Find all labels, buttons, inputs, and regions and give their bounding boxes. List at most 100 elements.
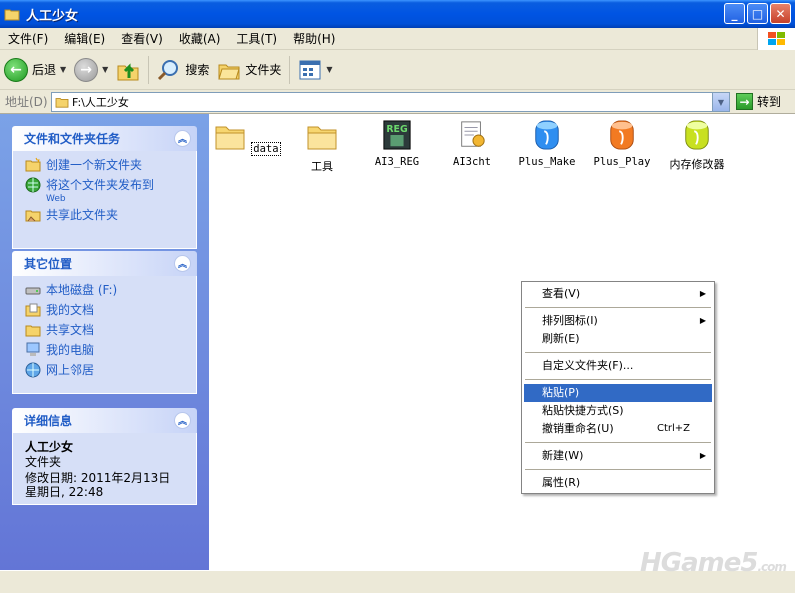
up-button[interactable] (112, 53, 144, 87)
file-item[interactable]: data (207, 122, 287, 156)
search-icon (158, 59, 179, 80)
watermark-logo: HGame5.com (640, 548, 787, 578)
folder-icon (4, 9, 20, 21)
menu-help[interactable]: 帮助(H) (285, 30, 343, 47)
plus-make-icon (535, 120, 559, 150)
address-bar: 地址(D) F:\人工少女 ▼ → 转到 (0, 90, 795, 114)
collapse-icon[interactable]: ︽ (174, 412, 191, 429)
file-name: data (251, 142, 281, 156)
menu-item-undo-rename[interactable]: 撤销重命名(U) Ctrl+Z (524, 420, 712, 438)
file-item[interactable]: Plus_Play (582, 120, 662, 168)
place-my-computer[interactable]: 我的电脑 (25, 341, 186, 359)
shortcut-label: Ctrl+Z (657, 423, 691, 434)
menu-item-refresh[interactable]: 刷新(E) (524, 330, 712, 348)
detail-name: 人工少女 (25, 440, 74, 454)
toolbar-separator (148, 55, 150, 84)
file-item[interactable]: REG AI3_REG (357, 120, 437, 168)
collapse-icon[interactable]: ︽ (174, 255, 191, 272)
back-button[interactable]: ← 后退 ▼ (0, 53, 70, 87)
svg-text:REG: REG (386, 124, 407, 135)
views-icon (299, 60, 321, 79)
file-item[interactable]: 工具 (282, 122, 362, 174)
close-button[interactable]: ✕ (770, 3, 791, 24)
collapse-icon[interactable]: ︽ (174, 130, 191, 147)
menu-tools[interactable]: 工具(T) (228, 30, 285, 47)
folders-button[interactable]: 文件夹 (213, 53, 285, 87)
folder-icon (55, 98, 69, 108)
menu-item-paste[interactable]: 粘贴(P) (524, 384, 712, 402)
folder-up-icon (117, 62, 139, 80)
address-dropdown-icon[interactable]: ▼ (712, 93, 729, 111)
address-input[interactable]: F:\人工少女 ▼ (51, 92, 730, 112)
file-name: Plus_Play (593, 156, 651, 168)
task-publish-web[interactable]: 将这个文件夹发布到 Web (25, 176, 186, 204)
menu-item-view[interactable]: 查看(V) ▶ (524, 285, 712, 303)
share-folder-icon (25, 210, 41, 222)
new-folder-icon (25, 157, 41, 172)
menu-favorites[interactable]: 收藏(A) (171, 30, 229, 47)
address-value: F:\人工少女 (72, 96, 129, 109)
menu-separator (525, 379, 711, 380)
folder-icon (215, 126, 245, 150)
window-title: 人工少女 (26, 8, 79, 24)
menu-separator (525, 442, 711, 443)
search-label: 搜索 (185, 63, 210, 77)
menu-separator (525, 469, 711, 470)
submenu-arrow-icon: ▶ (699, 289, 706, 298)
back-label: 后退 (32, 63, 57, 77)
menu-view[interactable]: 查看(V) (113, 30, 171, 47)
task-new-folder[interactable]: 创建一个新文件夹 (25, 156, 186, 174)
context-menu: 查看(V) ▶ 排列图标(I) ▶ 刷新(E) 自定义文件夹(F)... 粘贴(… (521, 281, 715, 494)
place-network[interactable]: 网上邻居 (25, 361, 186, 379)
views-button[interactable]: ▼ (294, 53, 336, 87)
file-item[interactable]: AI3cht (432, 120, 512, 168)
panel-header[interactable]: 文件和文件夹任务 ︽ (12, 126, 197, 151)
forward-button[interactable]: → ▼ (70, 53, 112, 87)
maximize-button[interactable]: □ (747, 3, 768, 24)
panel-title: 详细信息 (24, 414, 73, 428)
panel-header[interactable]: 其它位置 ︽ (12, 251, 197, 276)
place-my-documents[interactable]: 我的文档 (25, 301, 186, 319)
computer-icon (26, 342, 40, 356)
menu-file[interactable]: 文件(F) (0, 30, 56, 47)
place-local-disk[interactable]: 本地磁盘 (F:) (25, 281, 186, 299)
minimize-icon: _ (731, 6, 738, 21)
memory-editor-icon (685, 120, 709, 150)
place-shared-documents[interactable]: 共享文档 (25, 321, 186, 339)
folder-icon (307, 126, 337, 150)
file-name: Plus_Make (518, 156, 576, 168)
menu-item-arrange-icons[interactable]: 排列图标(I) ▶ (524, 312, 712, 330)
forward-dropdown-icon[interactable]: ▼ (102, 65, 108, 74)
documents-folder-icon (25, 303, 41, 317)
go-label: 转到 (757, 95, 782, 109)
go-button[interactable]: → 转到 (736, 93, 781, 110)
menu-item-properties[interactable]: 属性(R) (524, 474, 712, 492)
plus-play-icon (610, 120, 634, 150)
detail-modified: 修改日期: 2011年2月13日 (25, 471, 171, 485)
title-bar: 人工少女 _ □ ✕ (0, 0, 795, 28)
registry-icon: REG (383, 120, 411, 150)
back-dropdown-icon[interactable]: ▼ (60, 65, 66, 74)
file-item[interactable]: 内存修改器 (657, 120, 737, 172)
hard-drive-icon (25, 287, 41, 295)
search-button[interactable]: 搜索 (153, 53, 213, 87)
minimize-button[interactable]: _ (724, 3, 745, 24)
detail-modified-time: 星期日, 22:48 (25, 485, 104, 499)
views-dropdown-icon: ▼ (326, 65, 333, 74)
details-panel: 详细信息 ︽ 人工少女 文件夹 修改日期: 2011年2月13日 星期日, 22… (12, 408, 197, 505)
menu-item-new[interactable]: 新建(W) ▶ (524, 447, 712, 465)
menu-item-paste-shortcut[interactable]: 粘贴快捷方式(S) (524, 402, 712, 420)
task-share-folder[interactable]: 共享此文件夹 (25, 206, 186, 224)
panel-header[interactable]: 详细信息 ︽ (12, 408, 197, 433)
menu-bar: 文件(F) 编辑(E) 查看(V) 收藏(A) 工具(T) 帮助(H) (0, 28, 795, 50)
menu-edit[interactable]: 编辑(E) (56, 30, 113, 47)
toolbar: ← 后退 ▼ → ▼ 搜索 文件夹 ▼ (0, 50, 795, 90)
menu-item-customize-folder[interactable]: 自定义文件夹(F)... (524, 357, 712, 375)
detail-type: 文件夹 (25, 455, 62, 469)
windows-logo-icon (757, 28, 795, 50)
address-label: 地址(D) (5, 95, 48, 109)
go-arrow-icon: → (736, 93, 753, 110)
file-item[interactable]: Plus_Make (507, 120, 587, 168)
globe-icon (25, 177, 41, 193)
forward-arrow-icon: → (74, 57, 99, 82)
